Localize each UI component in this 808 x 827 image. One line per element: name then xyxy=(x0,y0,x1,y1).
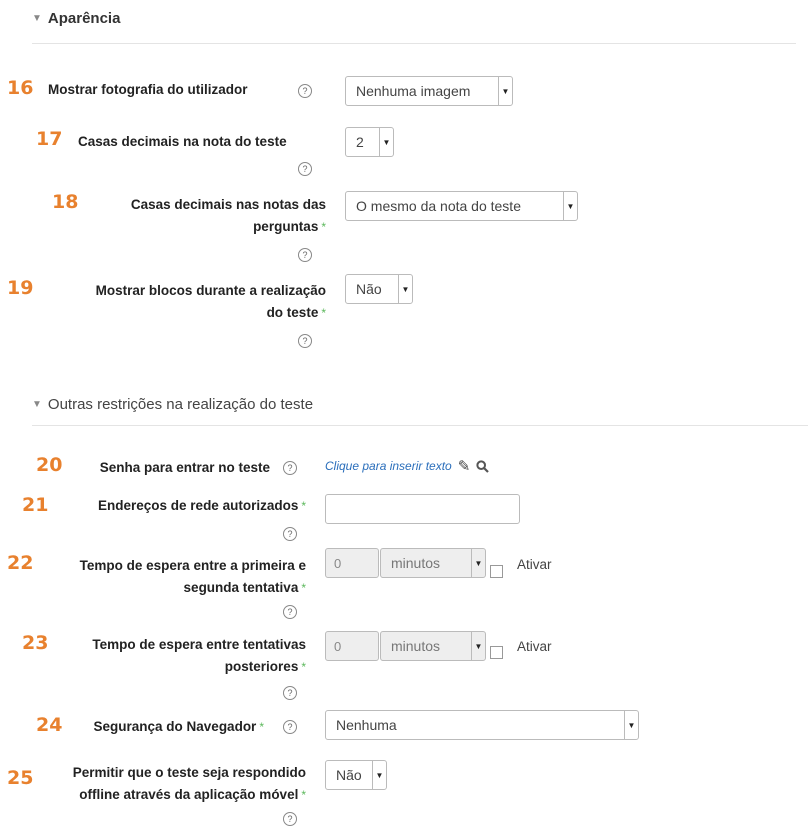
select-value: Não xyxy=(356,281,382,297)
divider xyxy=(32,43,796,44)
chevron-down-icon: ▼ xyxy=(398,275,412,303)
help-icon[interactable]: ? xyxy=(283,527,297,541)
help-icon[interactable]: ? xyxy=(298,162,312,176)
required-icon: * xyxy=(321,220,326,234)
annotation-number: 25 xyxy=(7,767,34,789)
enable-label: Ativar xyxy=(517,557,552,572)
divider xyxy=(32,425,808,426)
collapse-icon: ▼ xyxy=(32,399,42,410)
chevron-down-icon: ▼ xyxy=(498,77,512,105)
help-icon[interactable]: ? xyxy=(283,720,297,734)
select-value: minutos xyxy=(391,555,441,571)
field-label: Permitir que o teste seja respondido off… xyxy=(72,765,306,802)
search-icon[interactable] xyxy=(476,459,490,473)
select-value: Não xyxy=(336,767,362,783)
pencil-icon[interactable]: ✎ xyxy=(458,457,471,475)
field-label: Senha para entrar no teste xyxy=(99,460,270,475)
annotation-number: 22 xyxy=(7,552,34,574)
annotation-number: 18 xyxy=(52,191,79,213)
required-icon: * xyxy=(301,788,306,802)
required-icon: * xyxy=(301,581,306,595)
annotation-number: 20 xyxy=(36,454,63,476)
show-blocks-select[interactable]: Não ▼ xyxy=(345,274,413,304)
select-value: Nenhuma xyxy=(336,717,397,733)
enable-label: Ativar xyxy=(517,639,552,654)
browser-security-select[interactable]: Nenhuma ▼ xyxy=(325,710,639,740)
section-header-appearance[interactable]: ▼ Aparência xyxy=(32,10,120,27)
section-title: Aparência xyxy=(47,10,121,27)
help-icon[interactable]: ? xyxy=(283,812,297,826)
field-label: Mostrar blocos durante a realização do t… xyxy=(95,283,326,320)
field-label: Casas decimais na nota do teste xyxy=(78,134,287,149)
required-icon: * xyxy=(301,660,306,674)
help-icon[interactable]: ? xyxy=(298,248,312,262)
help-icon[interactable]: ? xyxy=(298,334,312,348)
annotation-number: 19 xyxy=(7,277,34,299)
annotation-number: 21 xyxy=(22,494,49,516)
chevron-down-icon: ▼ xyxy=(372,761,386,789)
required-icon: * xyxy=(259,720,264,734)
later-delay-unit-select[interactable]: minutos ▼ xyxy=(380,631,486,661)
network-address-input[interactable] xyxy=(325,494,520,524)
annotation-number: 23 xyxy=(22,632,49,654)
password-edit[interactable]: Clique para inserir texto ✎ xyxy=(325,457,490,475)
help-icon[interactable]: ? xyxy=(283,686,297,700)
collapse-icon: ▼ xyxy=(32,13,42,24)
field-label: Mostrar fotografia do utilizador xyxy=(48,82,248,97)
select-value: minutos xyxy=(391,638,441,654)
section-header-restrictions[interactable]: ▼ Outras restrições na realização do tes… xyxy=(32,396,313,413)
field-label: Tempo de espera entre tentativas posteri… xyxy=(92,637,306,674)
select-value: Nenhuma imagem xyxy=(356,83,471,99)
chevron-down-icon: ▼ xyxy=(624,711,638,739)
chevron-down-icon: ▼ xyxy=(471,549,485,577)
help-icon[interactable]: ? xyxy=(283,605,297,619)
select-value: 2 xyxy=(356,134,364,150)
chevron-down-icon: ▼ xyxy=(563,192,577,220)
first-delay-enable-checkbox[interactable] xyxy=(490,565,503,578)
help-icon[interactable]: ? xyxy=(298,84,312,98)
field-label: Segurança do Navegador * xyxy=(93,719,264,734)
field-label: Endereços de rede autorizados * xyxy=(98,498,306,513)
question-decimal-places-select[interactable]: O mesmo da nota do teste ▼ xyxy=(345,191,578,221)
chevron-down-icon: ▼ xyxy=(379,128,393,156)
section-title: Outras restrições na realização do teste xyxy=(47,396,314,413)
annotation-number: 17 xyxy=(36,128,63,150)
required-icon: * xyxy=(301,499,306,513)
field-label: Tempo de espera entre a primeira e segun… xyxy=(79,558,306,595)
click-to-insert-text-link[interactable]: Clique para inserir texto xyxy=(325,459,452,473)
required-icon: * xyxy=(321,306,326,320)
first-delay-unit-select[interactable]: minutos ▼ xyxy=(380,548,486,578)
select-value: O mesmo da nota do teste xyxy=(356,198,521,214)
decimal-places-select[interactable]: 2 ▼ xyxy=(345,127,394,157)
field-label: Casas decimais nas notas das perguntas * xyxy=(130,197,326,234)
first-delay-amount-input[interactable]: 0 xyxy=(325,548,379,578)
user-picture-select[interactable]: Nenhuma imagem ▼ xyxy=(345,76,513,106)
offline-attempts-select[interactable]: Não ▼ xyxy=(325,760,387,790)
annotation-number: 24 xyxy=(36,714,63,736)
annotation-number: 16 xyxy=(7,77,34,99)
chevron-down-icon: ▼ xyxy=(471,632,485,660)
later-delay-enable-checkbox[interactable] xyxy=(490,646,503,659)
help-icon[interactable]: ? xyxy=(283,461,297,475)
later-delay-amount-input[interactable]: 0 xyxy=(325,631,379,661)
